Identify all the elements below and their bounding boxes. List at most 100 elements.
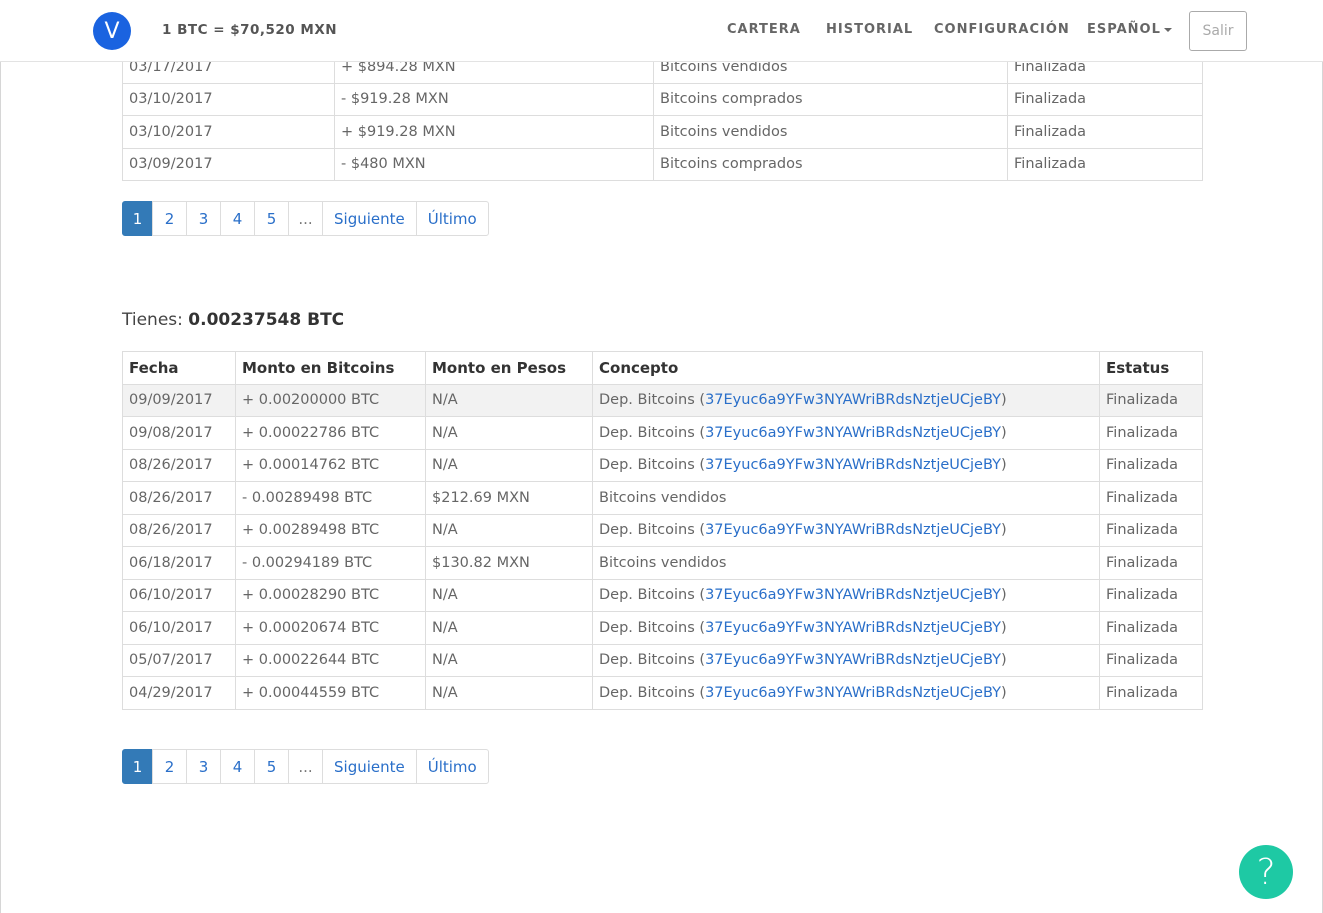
- date-cell: 08/26/2017: [122, 448, 236, 482]
- btc-history-table: Fecha Monto en Bitcoins Monto en Pesos C…: [122, 351, 1203, 710]
- table-row: 06/10/2017 + 0.00020674 BTC N/A Dep. Bitcoi…: [122, 611, 1203, 645]
- language-label: ESPAÑOL: [1087, 22, 1161, 37]
- status-cell[interactable]: Finalizada: [1099, 383, 1203, 417]
- date-cell: 03/10/2017: [122, 82, 335, 116]
- concept-cell: Bitcoins vendidos: [592, 546, 1100, 580]
- table-row: 09/09/2017 + 0.00200000 BTC N/A Dep. Bitcoi…: [122, 383, 1203, 417]
- status-cell[interactable]: Finalizada: [1099, 643, 1203, 677]
- logout-button[interactable]: Salir: [1189, 11, 1247, 51]
- date-cell: 08/26/2017: [122, 481, 236, 515]
- concept-text: Bitcoins vendidos: [599, 554, 727, 571]
- concept-cell: Dep. Bitcoins (37Eyuc6a9YFw3NYAWriBRdsNz…: [592, 513, 1100, 547]
- last-page-button[interactable]: Último: [415, 201, 489, 236]
- btc-address-link[interactable]: 37Eyuc6a9YFw3NYAWriBRdsNztjeUCjeBY: [705, 392, 1001, 408]
- header-concepto: Concepto: [592, 351, 1100, 385]
- date-cell: 03/10/2017: [122, 115, 335, 149]
- header-estatus: Estatus: [1099, 351, 1203, 385]
- help-button[interactable]: ?: [1239, 845, 1293, 899]
- page-2[interactable]: 2: [152, 749, 187, 784]
- concept-cell: Bitcoins vendidos: [653, 115, 1008, 149]
- pesos-amount-cell: N/A: [425, 513, 593, 547]
- date-cell: 04/29/2017: [122, 676, 236, 710]
- page-ellipsis: ...: [288, 749, 323, 784]
- table-row: 05/07/2017 + 0.00022644 BTC N/A Dep. Bitcoi…: [122, 643, 1203, 677]
- concept-close: ): [1001, 424, 1007, 441]
- next-page-button[interactable]: Siguiente: [322, 201, 417, 236]
- btc-address-link[interactable]: 37Eyuc6a9YFw3NYAWriBRdsNztjeUCjeBY: [705, 587, 1001, 603]
- status-cell[interactable]: Finalizada: [1099, 513, 1203, 547]
- concept-close: ): [1001, 652, 1007, 669]
- concept-text: Dep. Bitcoins (: [599, 392, 706, 409]
- page-2[interactable]: 2: [152, 201, 187, 236]
- concept-text: Bitcoins vendidos: [599, 489, 727, 506]
- btc-amount-cell: - 0.00294189 BTC: [235, 546, 426, 580]
- table-row: 06/18/2017- 0.00294189 BTC $130.82 MXN Bit…: [122, 546, 1203, 580]
- btc-address-link[interactable]: 37Eyuc6a9YFw3NYAWriBRdsNztjeUCjeBY: [705, 425, 1001, 441]
- table-row: 04/29/2017 + 0.00044559 BTC N/A Dep. Bitcoi…: [122, 676, 1203, 710]
- page-5[interactable]: 5: [254, 201, 289, 236]
- amount-cell: + $919.28 MXN: [334, 115, 654, 149]
- last-page-button[interactable]: Último: [415, 749, 489, 784]
- page-3[interactable]: 3: [186, 749, 221, 784]
- next-page-button[interactable]: Siguiente: [322, 749, 417, 784]
- concept-close: ): [1001, 392, 1007, 409]
- brand-logo[interactable]: V: [93, 12, 131, 50]
- btc-address-link[interactable]: 37Eyuc6a9YFw3NYAWriBRdsNztjeUCjeBY: [705, 620, 1001, 636]
- btc-amount-cell: + 0.00028290 BTC: [235, 578, 426, 612]
- pesos-amount-cell: $130.82 MXN: [425, 546, 593, 580]
- page-ellipsis: ...: [288, 201, 323, 236]
- table-row: 06/10/2017 + 0.00028290 BTC N/A Dep. Bitcoi…: [122, 578, 1203, 612]
- exchange-rate: 1 BTC = $70,520 MXN: [162, 22, 338, 38]
- header-fecha: Fecha: [122, 351, 236, 385]
- btc-address-link[interactable]: 37Eyuc6a9YFw3NYAWriBRdsNztjeUCjeBY: [705, 522, 1001, 538]
- table-row: 08/26/2017 + 0.00014762 BTC N/A Dep. Bitcoi…: [122, 448, 1203, 482]
- page-4[interactable]: 4: [220, 749, 255, 784]
- table-row: 03/10/2017 - $919.28 MXN Bitcoins compra…: [122, 82, 1203, 116]
- status-cell[interactable]: Finalizada: [1099, 416, 1203, 450]
- pesos-amount-cell: N/A: [425, 643, 593, 677]
- concept-text: Dep. Bitcoins (: [599, 522, 706, 539]
- language-dropdown[interactable]: ESPAÑOL: [1087, 22, 1172, 37]
- pesos-amount-cell: $212.69 MXN: [425, 481, 593, 515]
- page-1[interactable]: 1: [122, 749, 153, 784]
- concept-close: ): [1001, 457, 1007, 474]
- balance-amount: 0.00237548 BTC: [188, 310, 345, 330]
- status-cell[interactable]: Finalizada: [1099, 611, 1203, 645]
- pesos-amount-cell: N/A: [425, 578, 593, 612]
- page-5[interactable]: 5: [254, 749, 289, 784]
- pesos-amount-cell: N/A: [425, 676, 593, 710]
- balance-label: Tienes:: [122, 310, 183, 330]
- concept-text: Dep. Bitcoins (: [599, 684, 706, 701]
- help-question-icon: ?: [1256, 851, 1276, 893]
- nav-cartera[interactable]: CARTERA: [727, 22, 801, 37]
- status-cell[interactable]: Finalizada: [1099, 676, 1203, 710]
- page-4[interactable]: 4: [220, 201, 255, 236]
- concept-cell: Bitcoins comprados: [653, 82, 1008, 116]
- status-cell: Finalizada: [1099, 481, 1203, 515]
- status-cell[interactable]: Finalizada: [1099, 578, 1203, 612]
- pesos-amount-cell: N/A: [425, 383, 593, 417]
- nav-configuracion[interactable]: CONFIGURACIÓN: [934, 22, 1070, 37]
- btc-address-link[interactable]: 37Eyuc6a9YFw3NYAWriBRdsNztjeUCjeBY: [705, 685, 1001, 701]
- date-cell: 09/09/2017: [122, 383, 236, 417]
- table-header-row: Fecha Monto en Bitcoins Monto en Pesos C…: [122, 351, 1203, 385]
- concept-text: Dep. Bitcoins (: [599, 652, 706, 669]
- date-cell: 05/07/2017: [122, 643, 236, 677]
- concept-close: ): [1001, 619, 1007, 636]
- btc-address-link[interactable]: 37Eyuc6a9YFw3NYAWriBRdsNztjeUCjeBY: [705, 457, 1001, 473]
- status-cell[interactable]: Finalizada: [1099, 448, 1203, 482]
- concept-text: Dep. Bitcoins (: [599, 587, 706, 604]
- btc-amount-cell: - 0.00289498 BTC: [235, 481, 426, 515]
- nav-historial[interactable]: HISTORIAL: [826, 22, 913, 37]
- page-3[interactable]: 3: [186, 201, 221, 236]
- pagination: 1 2 3 4 5 ... Siguiente Último: [122, 749, 489, 784]
- date-cell: 09/08/2017: [122, 416, 236, 450]
- btc-amount-cell: + 0.00022786 BTC: [235, 416, 426, 450]
- page-1[interactable]: 1: [122, 201, 153, 236]
- btc-address-link[interactable]: 37Eyuc6a9YFw3NYAWriBRdsNztjeUCjeBY: [705, 652, 1001, 668]
- date-cell: 06/18/2017: [122, 546, 236, 580]
- btc-amount-cell: + 0.00289498 BTC: [235, 513, 426, 547]
- concept-text: Dep. Bitcoins (: [599, 619, 706, 636]
- concept-close: ): [1001, 684, 1007, 701]
- amount-cell: - $919.28 MXN: [334, 82, 654, 116]
